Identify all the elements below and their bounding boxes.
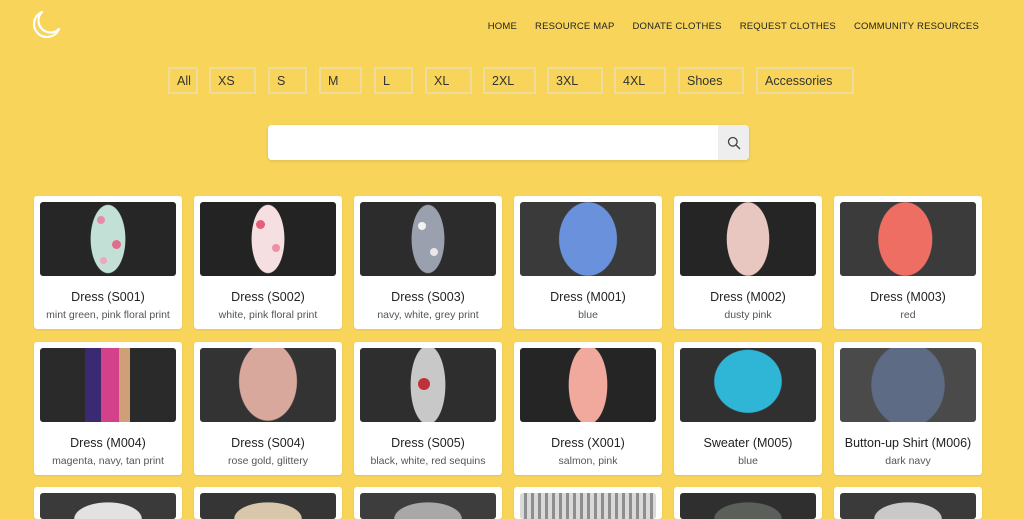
item-photo [360, 348, 496, 422]
item-card[interactable]: Dress (M004) magenta, navy, tan print [34, 342, 182, 475]
filter-accessories[interactable]: Accessories [756, 67, 854, 94]
item-description: black, white, red sequins [370, 455, 486, 467]
item-name: Dress (S001) [71, 290, 145, 304]
item-card[interactable]: Sweater (M005) blue [674, 342, 822, 475]
filter-m[interactable]: M [319, 67, 362, 94]
item-photo [200, 202, 336, 276]
item-card[interactable]: Dress (X001) salmon, pink [514, 342, 662, 475]
filter-shoes[interactable]: Shoes [678, 67, 744, 94]
item-photo [680, 348, 816, 422]
item-name: Sweater (M005) [703, 436, 793, 450]
filter-all[interactable]: All [168, 67, 198, 94]
item-photo [360, 493, 496, 519]
item-photo [40, 202, 176, 276]
item-card[interactable]: Dress (S004) rose gold, glittery [194, 342, 342, 475]
item-name: Dress (S005) [391, 436, 465, 450]
item-photo [200, 493, 336, 519]
item-name: Dress (M001) [550, 290, 626, 304]
item-description: white, pink floral print [218, 309, 318, 321]
item-description: red [900, 309, 916, 321]
filter-3xl[interactable]: 3XL [547, 67, 603, 94]
size-filter-bar: All XS S M L XL 2XL 3XL 4XL Shoes Access… [168, 67, 854, 94]
filter-s[interactable]: S [268, 67, 307, 94]
item-photo [200, 348, 336, 422]
item-card[interactable]: Dress (M003) red [834, 196, 982, 329]
item-card[interactable] [34, 487, 182, 519]
item-photo [680, 202, 816, 276]
item-description: magenta, navy, tan print [52, 455, 164, 467]
item-description: blue [578, 309, 598, 321]
item-photo [520, 493, 656, 519]
item-card[interactable]: Dress (S005) black, white, red sequins [354, 342, 502, 475]
search-icon [727, 136, 740, 149]
filter-l[interactable]: L [374, 67, 413, 94]
item-card[interactable] [194, 487, 342, 519]
item-description: blue [738, 455, 758, 467]
item-photo [40, 348, 176, 422]
item-name: Dress (M003) [870, 290, 946, 304]
item-description: dusty pink [724, 309, 772, 321]
item-description: rose gold, glittery [228, 455, 308, 467]
nav-donate-clothes[interactable]: DONATE CLOTHES [633, 21, 722, 32]
item-name: Dress (S002) [231, 290, 305, 304]
nav-request-clothes[interactable]: REQUEST CLOTHES [740, 21, 836, 32]
item-card[interactable]: Dress (S003) navy, white, grey print [354, 196, 502, 329]
moon-icon[interactable] [28, 8, 62, 42]
item-card[interactable]: Dress (M002) dusty pink [674, 196, 822, 329]
main-nav: HOME RESOURCE MAP DONATE CLOTHES REQUEST… [488, 21, 979, 32]
item-photo [40, 493, 176, 519]
item-description: navy, white, grey print [377, 309, 479, 321]
item-photo [360, 202, 496, 276]
item-name: Button-up Shirt (M006) [844, 436, 972, 450]
nav-resource-map[interactable]: RESOURCE MAP [535, 21, 614, 32]
nav-home[interactable]: HOME [488, 21, 517, 32]
item-card[interactable]: Dress (M001) blue [514, 196, 662, 329]
item-photo [840, 348, 976, 422]
nav-community-resources[interactable]: COMMUNITY RESOURCES [854, 21, 979, 32]
item-photo [520, 348, 656, 422]
item-photo [840, 202, 976, 276]
item-description: dark navy [885, 455, 931, 467]
item-card[interactable]: Dress (S001) mint green, pink floral pri… [34, 196, 182, 329]
item-name: Dress (X001) [551, 436, 625, 450]
item-card[interactable] [514, 487, 662, 519]
filter-xs[interactable]: XS [209, 67, 256, 94]
item-name: Dress (M002) [710, 290, 786, 304]
item-photo [680, 493, 816, 519]
item-name: Dress (S004) [231, 436, 305, 450]
search-bar [268, 125, 749, 160]
item-card[interactable]: Dress (S002) white, pink floral print [194, 196, 342, 329]
item-card[interactable] [834, 487, 982, 519]
item-card[interactable]: Button-up Shirt (M006) dark navy [834, 342, 982, 475]
search-button[interactable] [718, 125, 749, 160]
filter-xl[interactable]: XL [425, 67, 472, 94]
item-name: Dress (S003) [391, 290, 465, 304]
search-input[interactable] [268, 125, 717, 160]
item-description: mint green, pink floral print [46, 309, 170, 321]
filter-2xl[interactable]: 2XL [483, 67, 536, 94]
item-card[interactable] [354, 487, 502, 519]
item-description: salmon, pink [558, 455, 618, 467]
item-name: Dress (M004) [70, 436, 146, 450]
item-card[interactable] [674, 487, 822, 519]
item-photo [840, 493, 976, 519]
item-photo [520, 202, 656, 276]
filter-4xl[interactable]: 4XL [614, 67, 666, 94]
